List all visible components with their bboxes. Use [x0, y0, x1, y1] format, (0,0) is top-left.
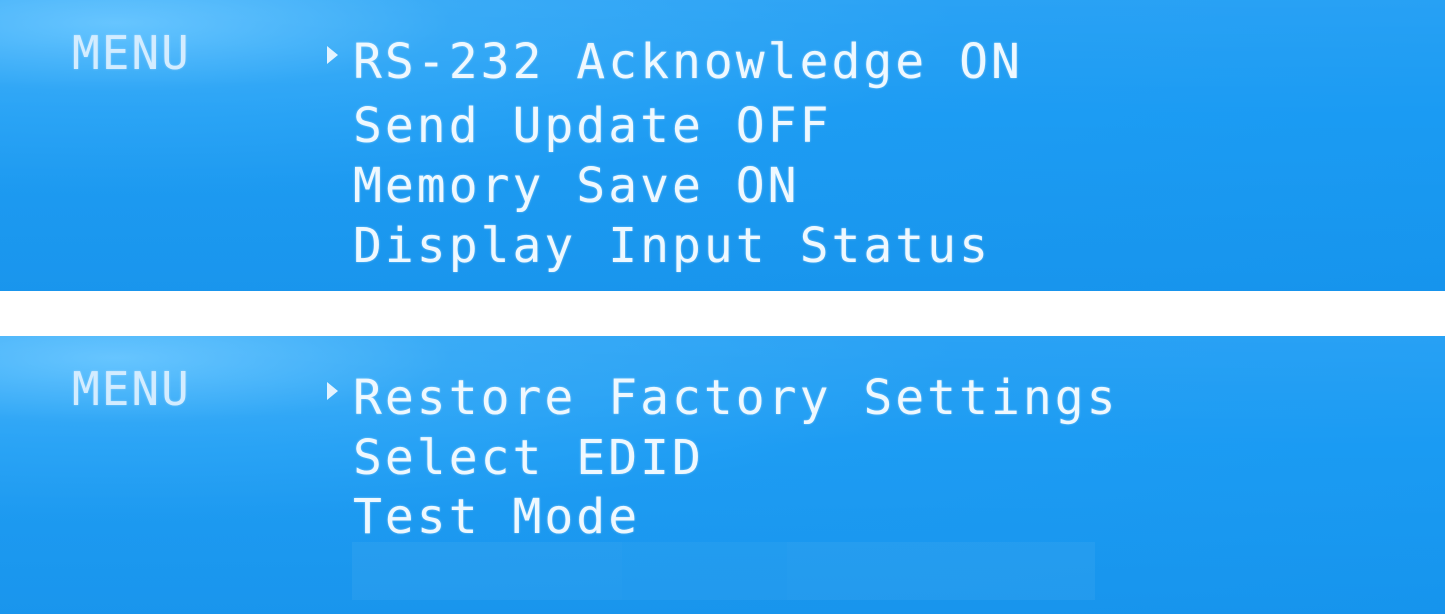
selection-cursor-icon [327, 382, 338, 400]
menu-item-restore-factory-settings[interactable]: Restore Factory Settings [353, 374, 1119, 422]
menu-title: MENU [72, 26, 191, 80]
lcd-screen-2: MENU Restore Factory Settings Select EDI… [0, 336, 1445, 614]
menu-item-memory-save[interactable]: Memory Save ON [353, 162, 800, 210]
selection-cursor-icon [327, 46, 338, 64]
menu-item-select-edid[interactable]: Select EDID [353, 434, 704, 482]
screen-glare [787, 542, 1095, 600]
menu-item-display-input-status[interactable]: Display Input Status [353, 222, 991, 270]
screen-glare [352, 542, 622, 600]
screen-glare [622, 542, 787, 600]
menu-title: MENU [72, 362, 191, 416]
lcd-screen-1: MENU RS-232 Acknowledge ON Send Update O… [0, 0, 1445, 291]
menu-item-rs232-acknowledge[interactable]: RS-232 Acknowledge ON [353, 38, 1023, 86]
menu-item-test-mode[interactable]: Test Mode [353, 493, 640, 541]
menu-item-send-update[interactable]: Send Update OFF [353, 102, 831, 150]
